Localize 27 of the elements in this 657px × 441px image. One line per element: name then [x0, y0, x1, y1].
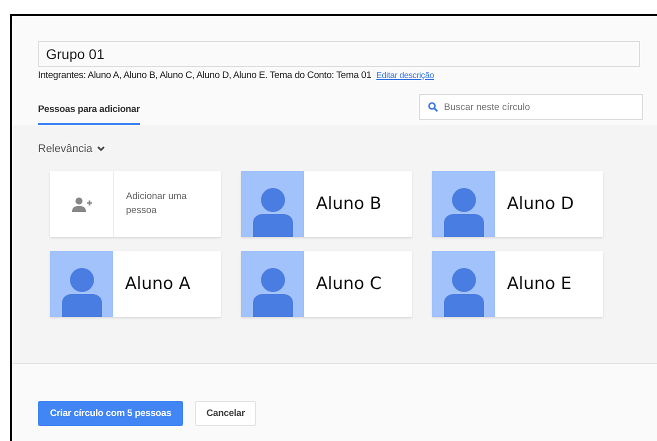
avatar-placeholder	[50, 251, 113, 317]
search-field[interactable]: Buscar neste círculo	[419, 94, 643, 120]
sort-label[interactable]: Relevância	[38, 143, 92, 155]
avatar-placeholder	[241, 251, 304, 317]
person-card[interactable]: Aluno B	[241, 171, 412, 237]
person-name: Aluno B	[315, 194, 382, 214]
avatar-placeholder	[432, 171, 495, 237]
person-card[interactable]: Aluno C	[241, 251, 412, 317]
create-circle-button[interactable]: Criar círculo com 5 pessoas	[38, 401, 184, 426]
person-name: Aluno E	[506, 274, 572, 294]
person-name: Aluno D	[506, 194, 574, 214]
search-icon	[428, 102, 438, 112]
person-card[interactable]: Aluno A	[50, 251, 221, 317]
add-person-card[interactable]: Adicionar uma pessoa	[50, 171, 221, 237]
avatar-placeholder	[241, 171, 304, 237]
add-person-label: Adicionar uma pessoa	[125, 190, 188, 218]
person-card[interactable]: Aluno E	[432, 251, 603, 317]
description-text: Integrantes: Aluno A, Aluno B, Aluno C, Aluno D, Aluno E. Tema do Conto: Tema 01	[38, 70, 372, 81]
chevron-down-icon[interactable]	[97, 146, 106, 152]
person-card[interactable]: Aluno D	[432, 171, 603, 237]
circle-name-field[interactable]: Grupo 01	[38, 41, 640, 67]
person-name: Aluno A	[124, 274, 190, 294]
person-name: Aluno C	[315, 274, 382, 294]
edit-description-link[interactable]: Editar descrição	[376, 70, 434, 81]
avatar-placeholder	[432, 251, 495, 317]
cancel-button[interactable]: Cancelar	[195, 401, 256, 426]
add-person-icon	[72, 196, 92, 212]
